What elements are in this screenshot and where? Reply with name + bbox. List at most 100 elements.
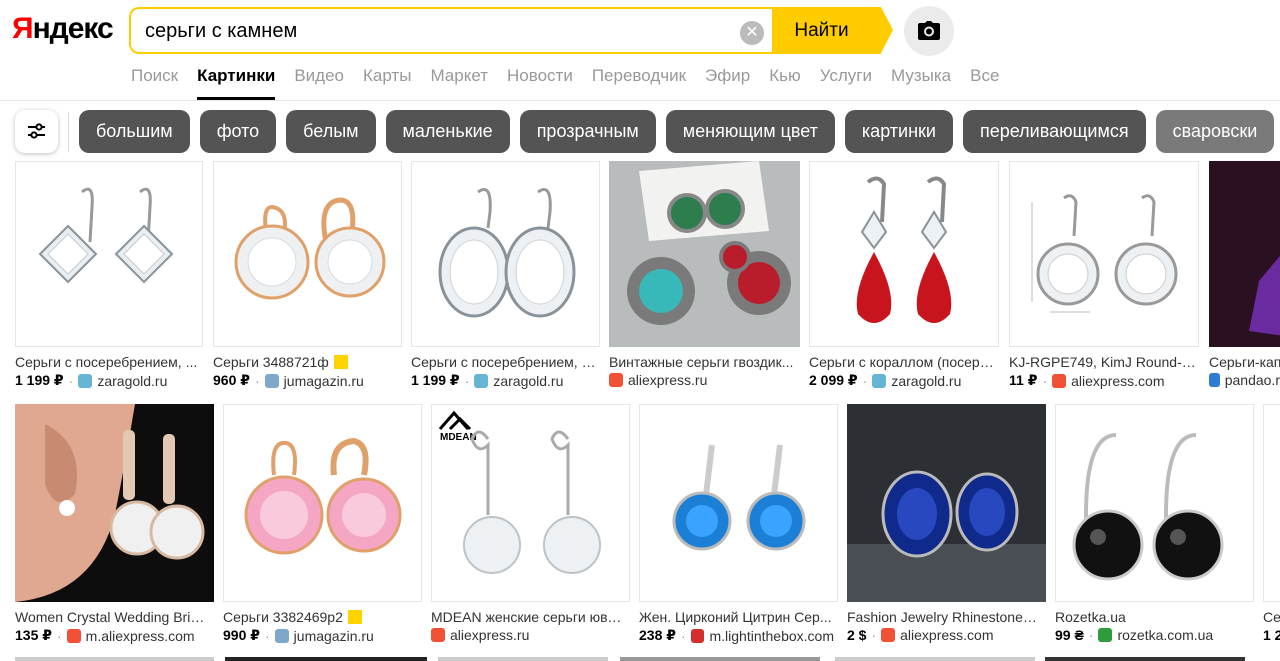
zap-badge-icon [333,355,348,369]
suggestion-chip[interactable]: прозрачным [519,110,656,153]
price: 238 ₽ [639,627,676,643]
next-row-thumbnail-edge [15,657,214,661]
thumbnail[interactable] [1055,404,1254,602]
thumbnail[interactable] [1009,161,1199,347]
search-box: ✕ [129,7,774,54]
tab-7[interactable]: Эфир [705,66,750,102]
card-title[interactable]: Винтажные серьги гвоздик... [609,354,795,370]
thumbnail[interactable]: MDEAN [431,404,630,602]
card-title[interactable]: Fashion Jewelry Rhinestones ... [847,609,1042,625]
suggestion-chip[interactable]: сваровски [1155,110,1275,153]
source-link[interactable]: m.aliexpress.com [86,628,195,644]
tab-5[interactable]: Новости [507,66,573,102]
tab-11[interactable]: Все [970,66,999,102]
tab-6[interactable]: Переводчик [592,66,686,102]
source-link[interactable]: aliexpress.com [1071,373,1164,389]
thumbnail[interactable] [15,404,214,602]
source-link[interactable]: zaragold.ru [891,373,961,389]
zaragold-icon [78,373,93,388]
next-row-thumbnail-edge [225,657,427,661]
camera-icon [918,21,940,40]
thumbnail[interactable] [15,161,203,347]
jumagazin-icon [274,628,289,643]
thumbnail[interactable] [639,404,838,602]
thumbnail[interactable] [411,161,600,347]
price: 990 ₽ [223,627,260,643]
thumbnail[interactable] [609,161,800,347]
source-link[interactable]: jumagazin.ru [294,628,374,644]
tab-8[interactable]: Кью [769,66,801,102]
chips-divider [68,112,69,152]
suggestion-chip[interactable]: белым [286,110,376,153]
search-input[interactable] [145,18,725,44]
card-title[interactable]: Серьги 3382469р2 [223,609,422,625]
card-title[interactable]: Серьги с посеребрением, ... [15,354,203,370]
search-tabs: Поиск Картинки Видео Карты Маркет Новости Пере… [131,66,1018,102]
price: 1 199 ₽ [411,372,460,388]
suggestion-chip[interactable]: меняющим цвет [665,110,835,153]
next-row-thumbnail-edge [438,657,608,661]
tab-4[interactable]: Маркет [430,66,488,102]
aliexpress-icon [66,628,81,643]
suggestion-chip[interactable]: фото [199,110,277,153]
suggestion-chip[interactable]: картинки [844,110,953,153]
suggestion-chip[interactable]: маленькие [385,110,510,153]
dot-separator: · [1042,372,1048,389]
suggestion-chip[interactable]: большим [79,110,190,153]
source-link[interactable]: rozetka.com.ua [1117,627,1213,643]
price: 2 099 ₽ [809,372,858,388]
logo-rest: ндекс [32,12,114,45]
image-search-button[interactable] [904,6,954,56]
thumbnail[interactable] [809,161,999,347]
dot-separator: · [681,627,686,644]
clear-search-button[interactable]: ✕ [740,21,764,45]
source-link[interactable]: aliexpress.ru [450,627,529,643]
tab-1[interactable]: Картинки [197,66,276,102]
tab-2[interactable]: Видео [294,66,344,102]
dot-separator: · [68,372,74,389]
card-meta: 1 2 [1263,627,1280,643]
next-row-thumbnail-edge [1045,657,1245,661]
thumbnail[interactable] [847,404,1046,602]
source-link[interactable]: zaragold.ru [493,373,563,389]
thumbnail[interactable] [223,404,422,602]
source-link[interactable]: jumagazin.ru [284,373,364,389]
filters-button[interactable] [15,110,58,153]
search-button[interactable]: Найти [772,7,893,54]
tab-0[interactable]: Поиск [131,66,178,102]
card-title[interactable]: Се [1263,609,1280,625]
thumbnail[interactable] [213,161,402,347]
card-title[interactable]: Серьги-капе [1209,354,1280,370]
card-title[interactable]: MDEAN женские серьги юве... [431,609,626,625]
thumbnail[interactable] [1209,161,1280,347]
card-title[interactable]: Серьги с посеребрением, С... [411,354,600,370]
jumagazin-icon [264,373,279,388]
card-meta: 990 ₽ · jumagazin.ru [223,627,422,644]
zaragold-icon [474,373,489,388]
source-link[interactable]: aliexpress.com [900,627,993,643]
thumbnail[interactable] [1263,404,1280,602]
card-title[interactable]: Жен. Цирконий Цитрин Сер... [639,609,834,625]
aliexpress-icon [1052,373,1067,388]
card-title[interactable]: Серьги с кораллом (посере... [809,354,994,370]
price: 1 199 ₽ [15,372,64,388]
price: 135 ₽ [15,627,52,643]
source-link[interactable]: pandao.r [1225,372,1280,388]
card-title[interactable]: Серьги 3488721ф [213,354,402,370]
card-meta: aliexpress.ru [431,627,626,643]
card-title[interactable]: Women Crystal Wedding Bride... [15,609,210,625]
tab-3[interactable]: Карты [363,66,411,102]
card-title[interactable]: Rozetka.ua [1055,609,1254,625]
close-icon: ✕ [745,24,759,41]
card-title[interactable]: KJ-RGPE749, KimJ Round-2... [1009,354,1199,370]
aliexpress-icon [431,628,445,642]
card-meta: 960 ₽ · jumagazin.ru [213,372,402,389]
tab-10[interactable]: Музыка [891,66,951,102]
yandex-logo[interactable]: Яндекс [12,12,114,46]
source-link[interactable]: zaragold.ru [97,373,167,389]
source-link[interactable]: m.lightinthebox.com [709,628,834,644]
card-meta: 11 ₽ · aliexpress.com [1009,372,1199,389]
suggestion-chip[interactable]: переливающимся [962,110,1146,153]
tab-9[interactable]: Услуги [820,66,872,102]
source-link[interactable]: aliexpress.ru [628,372,707,388]
